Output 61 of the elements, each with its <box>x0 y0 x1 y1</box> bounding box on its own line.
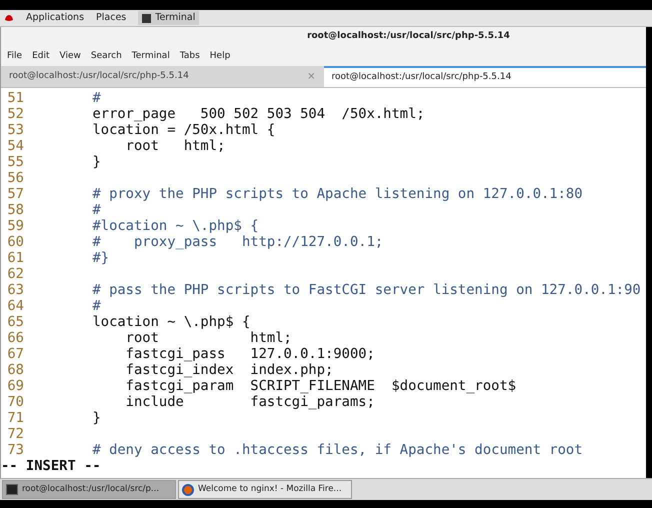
code-line: root html; <box>124 330 292 346</box>
line-number: 67 <box>6 346 24 362</box>
menu-item[interactable]: Tabs <box>180 50 200 64</box>
code-comment: # deny access to .htaccess files, if Apache's document root <box>91 442 583 458</box>
code-comment: # <box>91 202 101 218</box>
taskbar-button[interactable]: root@localhost:/usr/local/src/p... <box>2 480 176 499</box>
line-number: 52 <box>6 106 24 122</box>
line-number: 61 <box>6 250 24 266</box>
code-comment: # <box>91 298 101 314</box>
code-comment: #location ~ \.php$ { <box>91 218 259 234</box>
line-number: 58 <box>6 202 24 218</box>
line-number: 68 <box>6 362 24 378</box>
line-number: 59 <box>6 218 24 234</box>
line-number: 53 <box>6 122 24 138</box>
code-line: fastcgi_param SCRIPT_FILENAME $document_root$ <box>124 378 516 394</box>
code-comment: # proxy_pass http://127.0.0.1; <box>91 234 384 250</box>
line-number: 66 <box>6 330 24 346</box>
hat-logo-icon[interactable] <box>4 14 14 22</box>
line-number: 60 <box>6 234 24 250</box>
code-comment: # proxy the PHP scripts to Apache listening on 127.0.0.1:80 <box>91 186 583 202</box>
code-comment: #} <box>91 250 110 266</box>
globe-icon <box>182 484 194 496</box>
code-comment: # <box>91 90 101 106</box>
code-line: root html; <box>124 138 226 154</box>
code-line: error_page 500 502 503 504 /50x.html; <box>91 106 425 122</box>
line-number: 63 <box>6 282 24 298</box>
line-number: 69 <box>6 378 24 394</box>
menu-item[interactable]: View <box>60 50 81 64</box>
menu-item[interactable]: Terminal <box>132 50 170 64</box>
code-line: location = /50x.html { <box>91 122 276 138</box>
line-number: 71 <box>6 410 24 426</box>
line-number: 56 <box>6 170 24 186</box>
line-number: 62 <box>6 266 24 282</box>
code-comment: # pass the PHP scripts to FastCGI server listening on 127.0.0.1:90 <box>91 282 641 298</box>
line-number: 73 <box>6 442 24 458</box>
menu-item[interactable]: Search <box>90 50 122 64</box>
menu-item[interactable]: Edit <box>32 50 50 64</box>
line-number: 55 <box>6 154 24 170</box>
terminal-icon <box>142 14 152 22</box>
line-number: 51 <box>6 90 24 106</box>
mode-indicator: -- INSERT -- <box>1 458 102 474</box>
line-number: 64 <box>6 298 24 314</box>
code-line: } <box>91 154 101 170</box>
taskbar-button[interactable]: Welcome to nginx! - Mozilla Fire... <box>178 480 352 499</box>
terminal-tab[interactable]: root@localhost:/usr/local/src/php-5.5.14 <box>324 66 646 87</box>
panel-menu[interactable]: Places <box>96 10 126 26</box>
menu-item[interactable]: File <box>7 50 22 64</box>
code-line: include fastcgi_params; <box>124 394 375 410</box>
line-number: 57 <box>6 186 24 202</box>
menu-item[interactable]: Help <box>210 50 230 64</box>
terminal-icon <box>6 484 18 495</box>
code-line: fastcgi_pass 127.0.0.1:9000; <box>124 346 375 362</box>
line-number: 65 <box>6 314 24 330</box>
window-title: root@localhost:/usr/local/src/php-5.5.14 <box>307 30 510 44</box>
line-number: 54 <box>6 138 24 154</box>
code-line: fastcgi_index index.php; <box>124 362 334 378</box>
code-line: } <box>91 410 101 426</box>
code-line: location ~ \.php$ { <box>91 314 250 330</box>
line-number: 72 <box>6 426 24 442</box>
line-number: 70 <box>6 394 24 410</box>
panel-menu[interactable]: Applications <box>26 10 84 26</box>
